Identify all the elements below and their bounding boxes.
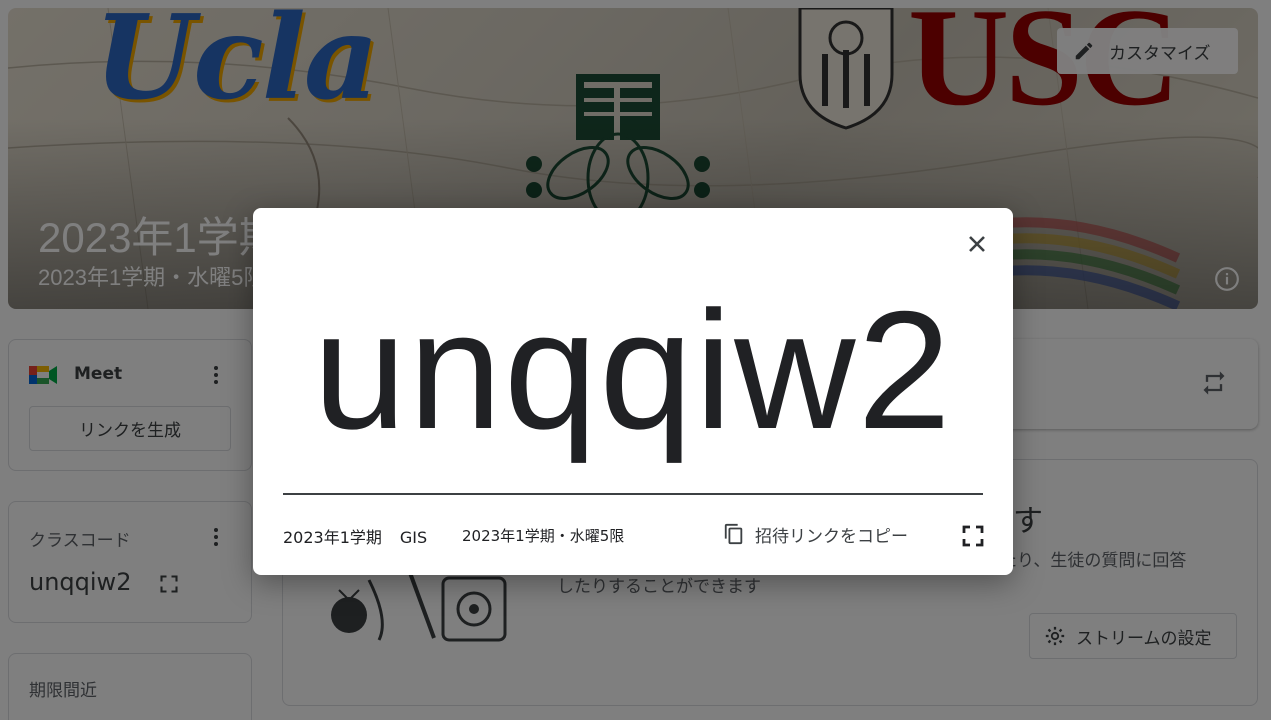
close-button[interactable] [961, 228, 993, 260]
fullscreen-button[interactable] [961, 524, 985, 548]
class-code-dialog: unqqiw2 2023年1学期 GIS 2023年1学期・水曜5限 招待リンクを… [253, 208, 1013, 575]
dialog-class-name: 2023年1学期 GIS [283, 524, 427, 548]
dialog-divider [283, 493, 983, 495]
dialog-class-code: unqqiw2 [313, 276, 953, 464]
copy-icon [724, 523, 743, 545]
fullscreen-icon [962, 525, 984, 547]
dialog-class-subject: GIS [399, 528, 428, 547]
dialog-class-term: 2023年1学期 [283, 528, 382, 547]
dialog-section: 2023年1学期・水曜5限 [462, 527, 625, 545]
close-icon [969, 236, 985, 252]
copy-invite-link-button[interactable]: 招待リンクをコピー [723, 520, 908, 548]
copy-invite-label: 招待リンクをコピー [755, 526, 908, 546]
